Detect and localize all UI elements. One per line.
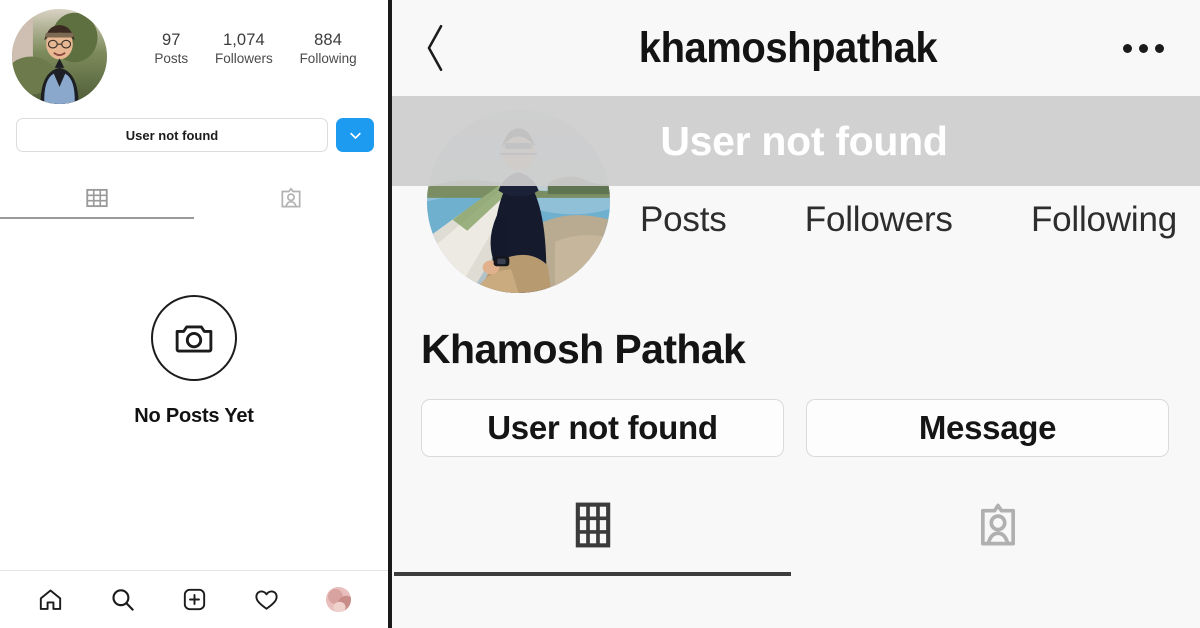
left-stat-posts-value: 97 — [162, 31, 181, 49]
tagged-person-icon — [281, 187, 301, 208]
left-stat-followers-value: 1,074 — [222, 31, 265, 49]
left-phone-screenshot: 97 Posts 1,074 Followers 884 Following U… — [0, 0, 390, 628]
right-message-button[interactable]: Message — [806, 399, 1169, 457]
tagged-person-icon — [980, 503, 1015, 545]
home-icon — [39, 589, 61, 610]
left-tab-tagged[interactable] — [194, 177, 388, 219]
camera-in-circle-icon — [151, 295, 237, 381]
left-stat-following-value: 884 — [314, 31, 342, 49]
left-stat-following[interactable]: 884 Following — [300, 31, 357, 67]
nav-activity[interactable] — [252, 585, 281, 614]
right-stat-posts-label[interactable]: Posts — [640, 200, 727, 240]
left-empty-state: No Posts Yet — [0, 219, 388, 428]
left-stat-posts-label: Posts — [154, 51, 189, 67]
ellipsis-dot — [1122, 43, 1132, 53]
right-phone-screenshot-zoomed: khamoshpathak Posts Followers Following … — [390, 0, 1200, 628]
right-nav-header: khamoshpathak — [390, 0, 1200, 96]
new-post-plus-icon — [183, 588, 205, 611]
chevron-down-icon — [349, 132, 361, 139]
user-not-found-overlay-text: User not found — [660, 117, 948, 164]
left-stat-followers-label: Followers — [214, 51, 273, 67]
chevron-left-icon — [427, 24, 443, 72]
nav-new-post[interactable] — [180, 585, 209, 614]
left-bottom-nav — [0, 570, 388, 628]
left-stat-posts[interactable]: 97 Posts — [154, 31, 188, 67]
right-stats-row: Posts Followers Following — [640, 200, 1185, 240]
nav-profile[interactable] — [324, 585, 353, 614]
nav-home[interactable] — [36, 585, 65, 614]
left-tab-grid[interactable] — [0, 177, 194, 219]
right-primary-button[interactable]: User not found — [421, 399, 784, 457]
heart-icon — [254, 590, 278, 610]
avatar[interactable] — [12, 9, 107, 104]
panel-divider — [390, 0, 392, 628]
grid-icon — [86, 188, 108, 208]
ellipsis-dot — [1154, 43, 1164, 53]
left-profile-header: 97 Posts 1,074 Followers 884 Following — [0, 0, 388, 104]
left-tab-bar — [0, 177, 388, 219]
left-primary-button[interactable]: User not found — [16, 118, 328, 152]
right-stat-followers-label[interactable]: Followers — [805, 200, 953, 240]
left-dropdown-button[interactable] — [336, 118, 374, 152]
ellipsis-dot — [1138, 43, 1148, 53]
profile-avatar-icon — [325, 587, 351, 612]
page-title: khamoshpathak — [638, 23, 938, 72]
left-avatar-wrap — [12, 9, 109, 104]
left-action-row: User not found — [0, 104, 388, 152]
right-tab-tagged[interactable] — [795, 481, 1200, 576]
right-tab-bar — [390, 481, 1200, 576]
right-action-row: User not found Message — [421, 399, 1169, 457]
screenshot-root: 97 Posts 1,074 Followers 884 Following U… — [0, 0, 1200, 628]
search-icon — [111, 589, 134, 611]
left-stats-row: 97 Posts 1,074 Followers 884 Following — [109, 9, 388, 67]
more-options-button[interactable] — [1114, 28, 1172, 68]
right-stat-following-label[interactable]: Following — [1031, 200, 1177, 240]
right-tab-grid[interactable] — [390, 481, 795, 576]
nav-search[interactable] — [108, 585, 137, 614]
grid-icon — [575, 502, 610, 547]
left-stat-followers[interactable]: 1,074 Followers — [215, 31, 273, 67]
back-button[interactable] — [420, 18, 462, 78]
user-not-found-overlay: User not found — [390, 96, 1200, 186]
left-empty-state-text: No Posts Yet — [134, 405, 254, 427]
profile-full-name: Khamosh Pathak — [421, 326, 746, 372]
left-stat-following-label: Following — [299, 51, 357, 67]
